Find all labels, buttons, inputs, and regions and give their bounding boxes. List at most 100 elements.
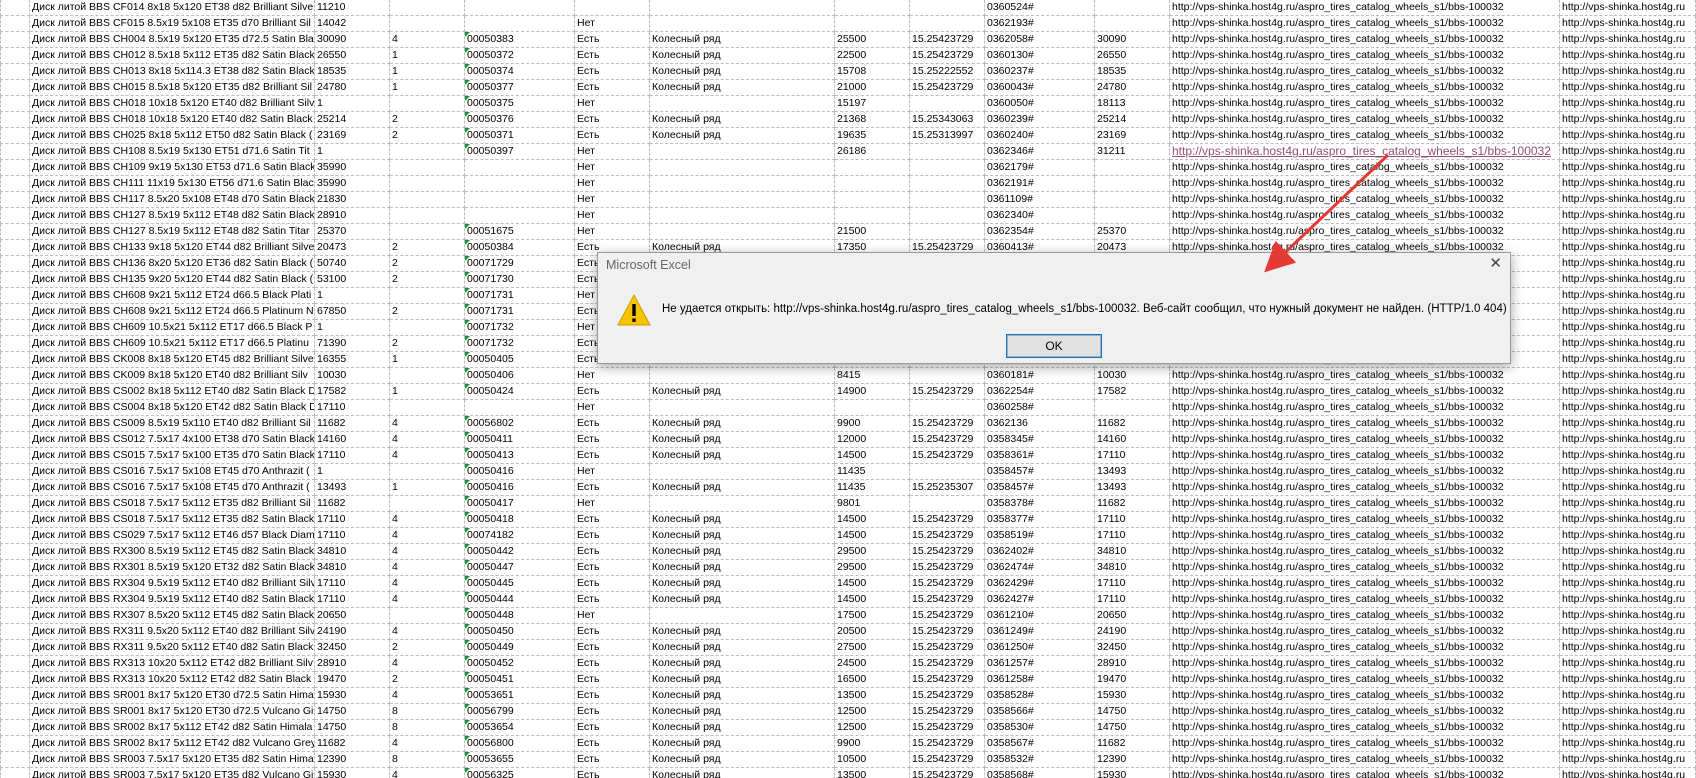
table-cell[interactable]: 15.25423729 (910, 768, 985, 778)
table-cell[interactable]: 4 (390, 416, 465, 432)
table-cell[interactable]: 25370 (1095, 224, 1170, 240)
table-cell[interactable]: 1 (315, 96, 390, 112)
table-cell[interactable]: Диск литой BBS CS012 7.5x17 4x100 ET38 d… (30, 432, 315, 448)
table-cell[interactable] (0, 80, 30, 96)
table-cell[interactable] (0, 592, 30, 608)
table-cell[interactable] (0, 560, 30, 576)
table-cell[interactable] (835, 400, 910, 416)
table-cell[interactable]: Колесный ряд (650, 384, 835, 400)
table-cell[interactable]: Есть (575, 768, 650, 778)
table-cell[interactable]: 1 (390, 384, 465, 400)
table-cell[interactable]: 17582 (315, 384, 390, 400)
table-cell[interactable]: 15.25423729 (910, 592, 985, 608)
table-cell[interactable]: 00053655 (465, 752, 575, 768)
table-cell[interactable]: http://vps-shinka.host4g.ru/aspro_tires_… (1170, 448, 1560, 464)
table-cell[interactable] (0, 176, 30, 192)
table-cell[interactable]: 00050447 (465, 560, 575, 576)
table-cell[interactable] (0, 384, 30, 400)
table-cell[interactable]: Колесный ряд (650, 592, 835, 608)
table-cell[interactable]: Есть (575, 32, 650, 48)
table-cell[interactable]: 0361249# (985, 624, 1095, 640)
table-cell[interactable]: http://vps-shinka.host4g.ru (1560, 176, 1696, 192)
table-cell[interactable] (650, 192, 835, 208)
table-cell[interactable]: 21000 (835, 80, 910, 96)
table-cell[interactable]: 00074182 (465, 528, 575, 544)
table-cell[interactable]: http://vps-shinka.host4g.ru/aspro_tires_… (1170, 512, 1560, 528)
table-cell[interactable]: 14500 (835, 576, 910, 592)
table-cell[interactable]: 12500 (835, 704, 910, 720)
table-cell[interactable] (0, 192, 30, 208)
table-cell[interactable]: Колесный ряд (650, 80, 835, 96)
table-cell[interactable]: 2 (390, 304, 465, 320)
table-cell[interactable]: http://vps-shinka.host4g.ru (1560, 576, 1696, 592)
table-cell[interactable] (0, 400, 30, 416)
table-cell[interactable]: 2 (390, 336, 465, 352)
table-cell[interactable]: 0358566# (985, 704, 1095, 720)
table-cell[interactable]: 2 (390, 272, 465, 288)
table-cell[interactable] (835, 16, 910, 32)
table-cell[interactable]: 17500 (835, 608, 910, 624)
table-cell[interactable]: http://vps-shinka.host4g.ru (1560, 336, 1696, 352)
table-cell[interactable]: Диск литой BBS RX313 10x20 5x112 ET42 d8… (30, 672, 315, 688)
table-cell[interactable]: Диск литой BBS RX311 9.5x20 5x112 ET40 d… (30, 640, 315, 656)
table-cell[interactable]: Колесный ряд (650, 688, 835, 704)
table-cell[interactable]: 14750 (315, 704, 390, 720)
table-cell[interactable]: Диск литой BBS CH135 9x20 5x120 ET44 d82… (30, 272, 315, 288)
table-cell[interactable]: http://vps-shinka.host4g.ru/aspro_tires_… (1170, 16, 1560, 32)
table-cell[interactable]: http://vps-shinka.host4g.ru/aspro_tires_… (1170, 192, 1560, 208)
table-cell[interactable] (650, 464, 835, 480)
table-cell[interactable] (390, 608, 465, 624)
table-cell[interactable]: http://vps-shinka.host4g.ru (1560, 384, 1696, 400)
table-cell[interactable]: Диск литой BBS CH136 8x20 5x120 ET36 d82… (30, 256, 315, 272)
table-cell[interactable] (1095, 16, 1170, 32)
table-cell[interactable]: 0360258# (985, 400, 1095, 416)
table-cell[interactable] (650, 96, 835, 112)
table-cell[interactable]: Диск литой BBS CH117 8.5x20 5x108 ET48 d… (30, 192, 315, 208)
table-cell[interactable]: 15.25313997 (910, 128, 985, 144)
table-cell[interactable] (390, 176, 465, 192)
table-cell[interactable]: http://vps-shinka.host4g.ru (1560, 608, 1696, 624)
table-cell[interactable] (1095, 160, 1170, 176)
table-cell[interactable]: 14160 (1095, 432, 1170, 448)
table-cell[interactable] (910, 176, 985, 192)
table-cell[interactable] (0, 208, 30, 224)
table-cell[interactable]: 0361257# (985, 656, 1095, 672)
table-cell[interactable]: 4 (390, 528, 465, 544)
table-cell[interactable] (0, 672, 30, 688)
table-cell[interactable]: 15.25423729 (910, 672, 985, 688)
table-cell[interactable]: Есть (575, 432, 650, 448)
table-cell[interactable]: http://vps-shinka.host4g.ru/aspro_tires_… (1170, 672, 1560, 688)
table-cell[interactable]: 17110 (315, 576, 390, 592)
table-cell[interactable] (0, 480, 30, 496)
table-cell[interactable] (910, 16, 985, 32)
table-cell[interactable]: http://vps-shinka.host4g.ru (1560, 96, 1696, 112)
table-cell[interactable]: 11435 (835, 480, 910, 496)
table-cell[interactable]: 1 (390, 352, 465, 368)
table-cell[interactable]: 4 (390, 32, 465, 48)
table-cell[interactable]: 11682 (1095, 496, 1170, 512)
table-cell[interactable]: 00071729 (465, 256, 575, 272)
table-cell[interactable]: Диск литой BBS RX301 8.5x19 5x120 ET32 d… (30, 560, 315, 576)
table-cell[interactable]: 15.25423729 (910, 656, 985, 672)
table-cell[interactable]: 13493 (315, 480, 390, 496)
table-cell[interactable]: 21368 (835, 112, 910, 128)
table-cell[interactable]: 2 (390, 256, 465, 272)
table-cell[interactable]: http://vps-shinka.host4g.ru (1560, 16, 1696, 32)
table-cell[interactable]: 0360240# (985, 128, 1095, 144)
table-cell[interactable]: Диск литой BBS CH018 10x18 5x120 ET40 d8… (30, 96, 315, 112)
table-cell[interactable] (390, 288, 465, 304)
table-cell[interactable]: 14500 (835, 448, 910, 464)
table-cell[interactable]: http://vps-shinka.host4g.ru (1560, 624, 1696, 640)
table-cell[interactable] (1095, 400, 1170, 416)
table-cell[interactable]: 0362254# (985, 384, 1095, 400)
table-cell[interactable] (910, 160, 985, 176)
table-cell[interactable] (0, 256, 30, 272)
table-cell[interactable]: http://vps-shinka.host4g.ru (1560, 112, 1696, 128)
table-cell[interactable]: 25370 (315, 224, 390, 240)
table-cell[interactable]: Есть (575, 48, 650, 64)
table-cell[interactable]: Диск литой BBS CS018 7.5x17 5x112 ET35 d… (30, 512, 315, 528)
table-cell[interactable]: 00050411 (465, 432, 575, 448)
table-cell[interactable]: Колесный ряд (650, 576, 835, 592)
table-cell[interactable]: 8 (390, 704, 465, 720)
table-cell[interactable]: Диск литой BBS CK009 8x18 5x120 ET40 d82… (30, 368, 315, 384)
